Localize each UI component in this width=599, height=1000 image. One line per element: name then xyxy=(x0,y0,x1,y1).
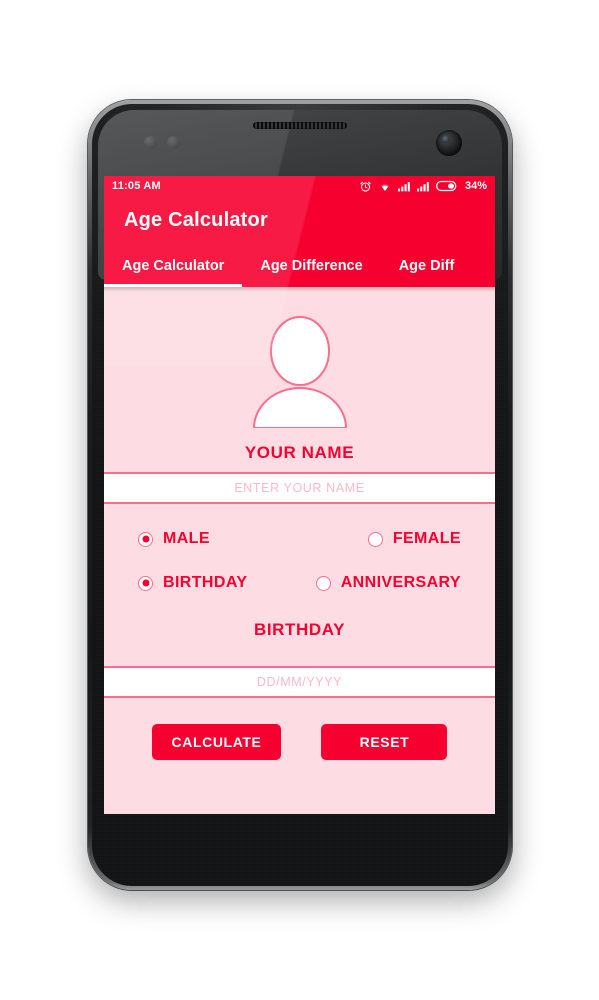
phone-screen: 11:05 AM 34% Age Calculator Age Calculat… xyxy=(104,176,495,814)
tab-age-difference[interactable]: Age Difference xyxy=(242,244,380,287)
radio-option-male[interactable]: MALE xyxy=(138,530,368,548)
battery-percent-label: 34% xyxy=(464,180,487,192)
radio-option-female[interactable]: FEMALE xyxy=(367,530,461,548)
name-input-placeholder: ENTER YOUR NAME xyxy=(234,481,365,495)
radio-female-label: FEMALE xyxy=(392,530,461,547)
status-bar: 11:05 AM 34% xyxy=(104,176,495,196)
action-buttons-row: CALCULATE RESET xyxy=(104,698,495,760)
light-sensor-icon xyxy=(167,136,180,149)
screenshot-stage: 11:05 AM 34% Age Calculator Age Calculat… xyxy=(0,0,599,1000)
earpiece-speaker-icon xyxy=(253,122,347,129)
status-bar-time: 11:05 AM xyxy=(112,180,161,192)
battery-icon xyxy=(435,180,458,192)
signal-icon-2 xyxy=(416,181,430,192)
reset-button[interactable]: RESET xyxy=(321,724,448,760)
radio-option-anniversary[interactable]: ANNIVERSARY xyxy=(315,574,461,592)
date-input-placeholder: DD/MM/YYYY xyxy=(256,675,343,689)
date-input-field[interactable]: DD/MM/YYYY xyxy=(104,666,495,698)
proximity-sensor-icon xyxy=(144,136,157,149)
name-section-label: YOUR NAME xyxy=(244,443,355,462)
tab-age-calculator[interactable]: Age Calculator xyxy=(104,244,243,287)
gender-radio-group: MALE FEMALE xyxy=(104,504,495,548)
person-avatar-icon xyxy=(239,306,361,433)
radio-anniversary-label: ANNIVERSARY xyxy=(340,574,461,591)
app-title: Age Calculator xyxy=(124,208,268,231)
wifi-icon xyxy=(378,180,392,192)
front-camera-icon xyxy=(436,130,462,156)
signal-icon-1 xyxy=(397,181,411,192)
radio-female-icon[interactable] xyxy=(367,531,383,547)
radio-birthday-icon[interactable] xyxy=(138,575,153,591)
avatar-container xyxy=(104,292,495,433)
date-section-label: BIRTHDAY xyxy=(253,620,346,639)
status-bar-icons: 34% xyxy=(359,180,487,193)
radio-male-label: MALE xyxy=(163,530,210,547)
tab-bar: Age Calculator Age Difference Age Diff xyxy=(104,244,495,287)
name-input-field[interactable]: ENTER YOUR NAME xyxy=(104,472,495,504)
app-bar: Age Calculator xyxy=(104,196,495,244)
radio-anniversary-icon[interactable] xyxy=(315,575,331,591)
tab-age-difference-overflow[interactable]: Age Diff xyxy=(381,244,473,287)
radio-option-birthday[interactable]: BIRTHDAY xyxy=(138,574,316,592)
alarm-icon xyxy=(359,180,372,193)
radio-birthday-label: BIRTHDAY xyxy=(163,574,248,591)
radio-male-icon[interactable] xyxy=(138,531,153,547)
occasion-radio-group: BIRTHDAY ANNIVERSARY xyxy=(104,548,495,592)
calculate-button[interactable]: CALCULATE xyxy=(151,724,282,760)
age-calculator-form: YOUR NAME ENTER YOUR NAME MALE FEMALE BI… xyxy=(104,292,495,814)
